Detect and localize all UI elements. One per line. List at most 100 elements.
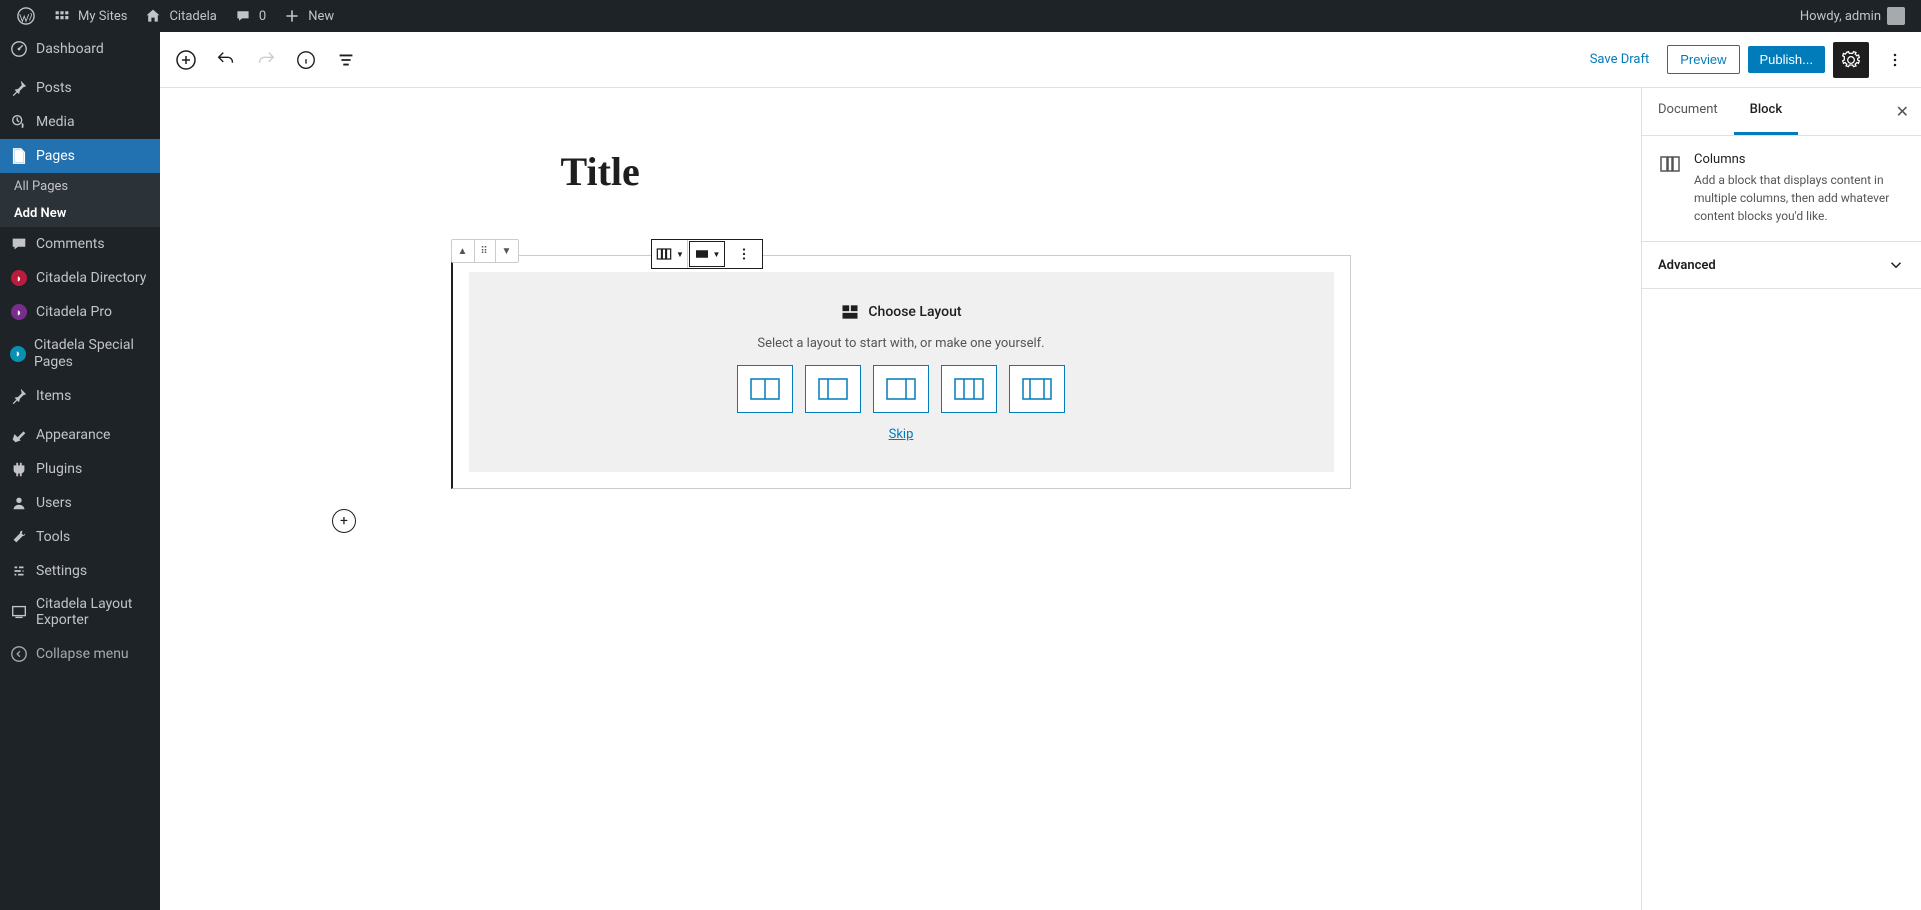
avatar <box>1887 7 1905 25</box>
block-info: Columns Add a block that displays conten… <box>1642 136 1921 242</box>
block-toolbar: ▼ ▼ <box>651 239 763 269</box>
page-icon <box>10 147 28 165</box>
citadela-pro-icon: ◗ <box>10 303 28 321</box>
citadela-directory-icon: ◗ <box>10 269 28 287</box>
sidebar-item-tools[interactable]: Tools <box>0 520 160 554</box>
sub-item-add-new[interactable]: Add New <box>0 200 160 227</box>
sidebar-item-users[interactable]: Users <box>0 486 160 520</box>
admin-sidebar: Dashboard Posts Media Pages All Pages Ad… <box>0 32 160 910</box>
howdy-text: Howdy, admin <box>1800 9 1881 24</box>
wp-logo[interactable] <box>8 0 44 32</box>
drag-handle[interactable]: ⠿ <box>474 240 496 262</box>
account-link[interactable]: Howdy, admin <box>1792 0 1913 32</box>
sidebar-collapse[interactable]: Collapse menu <box>0 637 160 671</box>
block-type-button[interactable]: ▼ <box>652 240 688 268</box>
inspector-panel: Document Block ✕ Columns Add a block tha… <box>1641 88 1921 910</box>
publish-button[interactable]: Publish... <box>1748 46 1825 73</box>
skip-link[interactable]: Skip <box>889 427 914 442</box>
settings-icon <box>10 562 28 580</box>
site-name-link[interactable]: Citadela <box>135 0 224 32</box>
advanced-panel[interactable]: Advanced <box>1642 242 1921 289</box>
preview-button[interactable]: Preview <box>1667 45 1739 74</box>
advanced-label: Advanced <box>1658 258 1716 273</box>
wordpress-icon <box>16 6 36 26</box>
pin-icon <box>10 79 28 97</box>
citadela-special-icon: ◗ <box>10 345 26 363</box>
layout-66-33[interactable] <box>873 365 929 413</box>
comments-link[interactable]: 0 <box>225 0 274 32</box>
pages-submenu: All Pages Add New <box>0 173 160 227</box>
tab-block[interactable]: Block <box>1734 88 1798 135</box>
block-movers: ▲ ⠿ ▼ <box>451 239 519 263</box>
inspector-tabs: Document Block ✕ <box>1642 88 1921 136</box>
layout-50-50[interactable] <box>737 365 793 413</box>
new-label: New <box>308 9 334 24</box>
my-sites-label: My Sites <box>78 9 127 24</box>
new-content-link[interactable]: New <box>274 0 342 32</box>
admin-toolbar: My Sites Citadela 0 New Howdy, admin <box>0 0 1921 32</box>
site-name-label: Citadela <box>169 9 216 24</box>
block-more-button[interactable] <box>726 240 762 268</box>
columns-block[interactable]: Choose Layout Select a layout to start w… <box>451 255 1351 489</box>
chevron-down-icon <box>1887 256 1905 274</box>
editor-header: Save Draft Preview Publish... <box>160 32 1921 88</box>
collapse-icon <box>10 645 28 663</box>
tools-icon <box>10 528 28 546</box>
placeholder-heading: Choose Layout <box>868 304 961 320</box>
sidebar-item-citadela-directory[interactable]: ◗Citadela Directory <box>0 261 160 295</box>
sidebar-item-citadela-pro[interactable]: ◗Citadela Pro <box>0 295 160 329</box>
move-up-button[interactable]: ▲ <box>452 240 474 262</box>
sidebar-item-settings[interactable]: Settings <box>0 554 160 588</box>
undo-button[interactable] <box>208 42 244 78</box>
block-description: Add a block that displays content in mul… <box>1694 171 1905 225</box>
sidebar-item-items[interactable]: Items <box>0 379 160 413</box>
user-icon <box>10 494 28 512</box>
sidebar-item-comments[interactable]: Comments <box>0 227 160 261</box>
editor: Save Draft Preview Publish... ▲ ⠿ ▼ ▼ <box>160 32 1921 910</box>
sidebar-item-pages[interactable]: Pages <box>0 139 160 173</box>
dashboard-icon <box>10 40 28 58</box>
sub-item-all-pages[interactable]: All Pages <box>0 173 160 200</box>
info-button[interactable] <box>288 42 324 78</box>
tab-document[interactable]: Document <box>1642 88 1734 135</box>
comments-icon <box>10 235 28 253</box>
sidebar-item-dashboard[interactable]: Dashboard <box>0 32 160 66</box>
redo-button[interactable] <box>248 42 284 78</box>
move-down-button[interactable]: ▼ <box>496 240 518 262</box>
insert-block-button[interactable]: + <box>332 509 356 533</box>
more-menu-button[interactable] <box>1877 42 1913 78</box>
layout-33-66[interactable] <box>805 365 861 413</box>
columns-placeholder: Choose Layout Select a layout to start w… <box>469 272 1334 472</box>
settings-button[interactable] <box>1833 42 1869 78</box>
sidebar-item-plugins[interactable]: Plugins <box>0 452 160 486</box>
plus-icon <box>282 6 302 26</box>
layout-33-33-33[interactable] <box>941 365 997 413</box>
sidebar-item-appearance[interactable]: Appearance <box>0 418 160 452</box>
appearance-icon <box>10 426 28 444</box>
save-draft-button[interactable]: Save Draft <box>1580 46 1660 73</box>
plugin-icon <box>10 460 28 478</box>
layout-options <box>737 365 1065 413</box>
close-inspector-button[interactable]: ✕ <box>1884 88 1921 135</box>
post-title-input[interactable] <box>561 148 1241 195</box>
my-sites-link[interactable]: My Sites <box>44 0 135 32</box>
sidebar-item-citadela-exporter[interactable]: Citadela Layout Exporter <box>0 588 160 638</box>
sidebar-item-media[interactable]: Media <box>0 105 160 139</box>
placeholder-description: Select a layout to start with, or make o… <box>757 336 1044 351</box>
layout-icon <box>840 302 860 322</box>
media-icon <box>10 113 28 131</box>
sidebar-item-citadela-special[interactable]: ◗Citadela Special Pages <box>0 329 160 379</box>
columns-icon <box>1658 152 1682 225</box>
editor-canvas[interactable]: ▲ ⠿ ▼ ▼ ▼ Choose Layout Select a layout … <box>160 88 1641 910</box>
home-icon <box>143 6 163 26</box>
comment-icon <box>233 6 253 26</box>
pin-icon <box>10 387 28 405</box>
block-name: Columns <box>1694 152 1905 167</box>
align-button[interactable]: ▼ <box>689 241 725 267</box>
add-block-button[interactable] <box>168 42 204 78</box>
export-icon <box>10 603 28 621</box>
sidebar-item-posts[interactable]: Posts <box>0 71 160 105</box>
layout-25-50-25[interactable] <box>1009 365 1065 413</box>
comments-count: 0 <box>259 9 266 24</box>
outline-button[interactable] <box>328 42 364 78</box>
